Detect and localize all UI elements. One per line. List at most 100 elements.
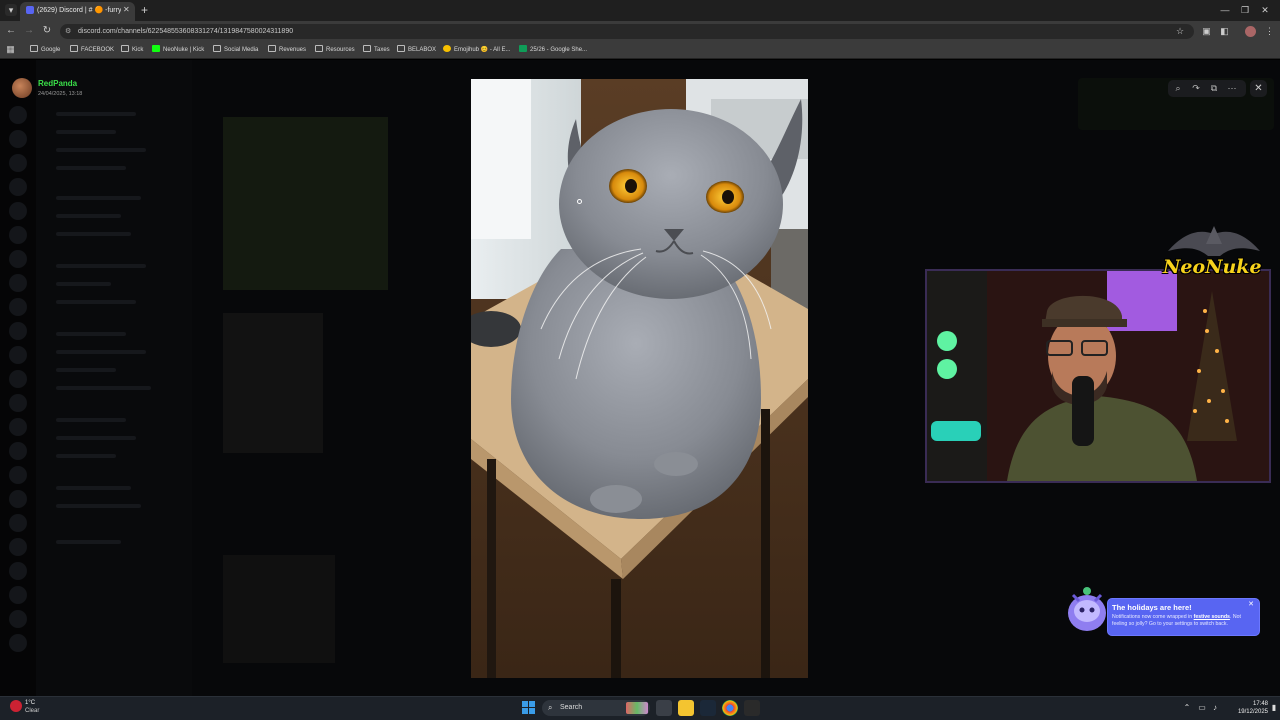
channel-item xyxy=(56,436,136,440)
channel-item xyxy=(56,282,111,286)
channel-item xyxy=(56,166,126,170)
notification-title: The holidays are here! xyxy=(1112,603,1192,612)
site-info-icon[interactable]: ⚙ xyxy=(65,27,73,36)
uploader-name[interactable]: RedPanda xyxy=(38,79,158,89)
reload-icon[interactable]: ↻ xyxy=(41,24,53,38)
zoom-icon[interactable]: ⌕ xyxy=(1171,82,1185,95)
bookmark-google-sheets[interactable]: 25/26 - Google She... xyxy=(519,44,587,56)
open-external-icon[interactable]: ⧉ xyxy=(1207,82,1221,95)
server-icon xyxy=(9,250,27,268)
cast-icon[interactable]: ▣ xyxy=(1201,26,1212,37)
channel-item xyxy=(56,486,131,490)
folder-icon xyxy=(70,45,78,52)
bookmark-taxes[interactable]: Taxes xyxy=(363,44,390,56)
profile-avatar-icon[interactable] xyxy=(1245,26,1256,37)
folder-icon xyxy=(363,45,371,52)
close-icon[interactable]: ✕ xyxy=(1250,80,1267,97)
server-icon xyxy=(9,586,27,604)
chrome-icon[interactable] xyxy=(722,700,738,716)
folder-icon xyxy=(30,45,38,52)
server-icon xyxy=(9,226,27,244)
channel-item xyxy=(56,232,131,236)
chat-image-dimmed xyxy=(223,555,335,663)
notification-body: Notifications now come wrapped in festiv… xyxy=(1112,614,1255,634)
server-icon xyxy=(9,514,27,532)
server-icon xyxy=(9,442,27,460)
server-icon xyxy=(9,370,27,388)
channel-item xyxy=(56,148,146,152)
upload-date: 24/04/2025, 13:18 xyxy=(38,91,83,97)
notifications-icon[interactable]: ▮ xyxy=(1270,702,1278,714)
rotate-icon[interactable]: ↷ xyxy=(1189,82,1203,95)
tray-overflow-icon[interactable]: ⌃ xyxy=(1182,702,1192,714)
bookmark-revenues[interactable]: Revenues xyxy=(268,44,306,56)
bookmark-star-icon[interactable]: ☆ xyxy=(1176,26,1186,37)
search-label: Search xyxy=(560,704,583,711)
search-highlight-icon xyxy=(626,702,648,714)
kick-icon xyxy=(152,45,160,52)
task-view-icon[interactable] xyxy=(656,700,672,716)
bookmark-google[interactable]: Google xyxy=(30,44,60,56)
network-icon[interactable]: ▭ xyxy=(1197,702,1207,714)
steam-icon[interactable] xyxy=(700,700,716,716)
forward-icon[interactable]: → xyxy=(23,24,35,38)
folder-icon xyxy=(315,45,323,52)
minimize-icon[interactable]: — xyxy=(1218,4,1232,16)
cat-photo[interactable] xyxy=(471,79,808,678)
folder-icon xyxy=(268,45,276,52)
restore-icon[interactable]: ❐ xyxy=(1238,4,1252,16)
server-icon xyxy=(9,154,27,172)
emoji-icon xyxy=(443,45,451,52)
bookmark-emojihub[interactable]: Emojihub 😊 - All E... xyxy=(443,44,511,56)
channel-item xyxy=(56,112,136,116)
bookmark-neonuke-kick[interactable]: NeoNuke | Kick xyxy=(152,44,204,56)
epic-games-icon[interactable] xyxy=(744,700,760,716)
bookmark-resources[interactable]: Resources xyxy=(315,44,355,56)
extensions-icon[interactable]: ◧ xyxy=(1219,26,1230,37)
browser-menu-icon[interactable]: ⋮ xyxy=(1264,26,1275,37)
festive-sounds-link[interactable]: festive sounds xyxy=(1194,614,1230,620)
url-text[interactable]: discord.com/channels/622548553608331274/… xyxy=(78,26,678,37)
window-close-icon[interactable]: ✕ xyxy=(1258,4,1272,16)
sheets-icon xyxy=(519,45,527,52)
cat-photo-drawing xyxy=(471,79,808,678)
weather-temperature[interactable]: 1°C xyxy=(25,699,65,707)
server-icon xyxy=(9,130,27,148)
server-icon xyxy=(9,394,27,412)
server-icon xyxy=(9,610,27,628)
tab-search-icon[interactable]: ▾ xyxy=(5,4,17,16)
apps-grid-icon[interactable]: ▦ xyxy=(5,44,16,55)
bookmark-social-media[interactable]: Social Media xyxy=(213,44,258,56)
clock-time[interactable]: 17:48 xyxy=(1238,700,1268,708)
server-icon xyxy=(9,274,27,292)
discord-holiday-mascot-icon xyxy=(1063,585,1111,635)
bookmark-facebook[interactable]: FACEBOOK xyxy=(70,44,114,56)
avatar[interactable] xyxy=(12,78,32,98)
channel-list-dimmed xyxy=(36,60,192,696)
weather-icon[interactable] xyxy=(10,700,22,712)
weather-description[interactable]: Clear xyxy=(25,707,65,715)
folder-icon xyxy=(397,45,405,52)
server-icon xyxy=(9,298,27,316)
neonuke-logo-text: NeoNuke xyxy=(1163,256,1262,278)
volume-icon[interactable]: ♪ xyxy=(1210,702,1220,714)
server-icon xyxy=(9,562,27,580)
bookmark-belabox[interactable]: BELABOX xyxy=(397,44,436,56)
more-icon[interactable]: ⋯ xyxy=(1225,82,1239,95)
channel-item xyxy=(56,130,116,134)
chat-image-dimmed xyxy=(223,117,388,290)
channel-item xyxy=(56,332,126,336)
tab-close-icon[interactable]: ✕ xyxy=(123,4,132,16)
windows-start-icon[interactable] xyxy=(522,701,536,715)
webcam-scene xyxy=(927,271,1269,481)
channel-item xyxy=(56,504,141,508)
new-tab-icon[interactable]: + xyxy=(141,3,153,17)
clock-date[interactable]: 19/12/2025 xyxy=(1226,708,1268,716)
channel-item xyxy=(56,540,121,544)
notification-close-icon[interactable]: ✕ xyxy=(1247,601,1255,609)
mascot-drawing xyxy=(1068,587,1106,631)
back-icon[interactable]: ← xyxy=(5,24,17,38)
file-explorer-icon[interactable] xyxy=(678,700,694,716)
server-icon xyxy=(9,634,27,652)
bookmark-kick[interactable]: Kick xyxy=(121,44,143,56)
